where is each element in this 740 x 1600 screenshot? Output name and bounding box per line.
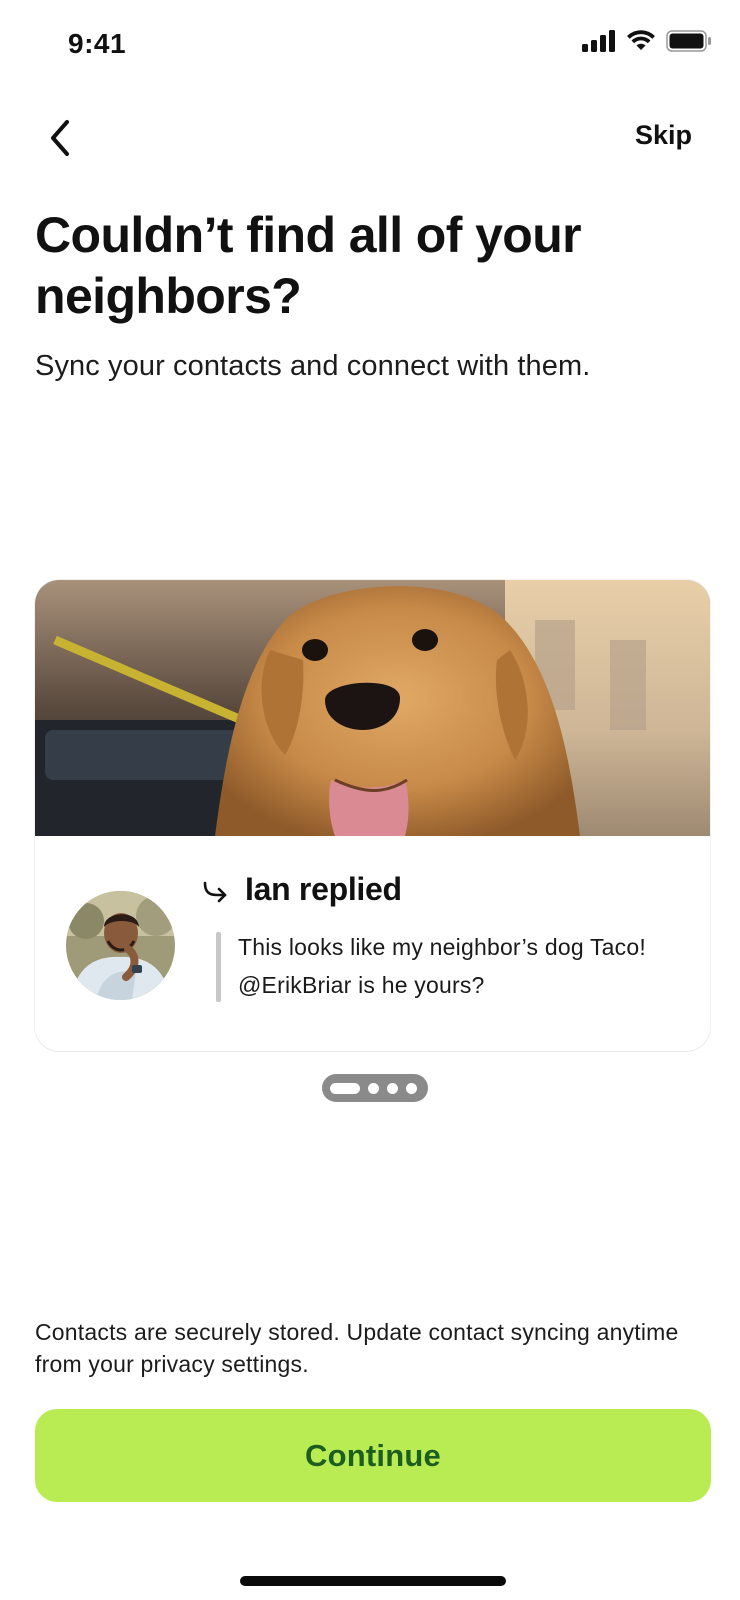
status-time: 9:41 (68, 28, 127, 59)
page-dot[interactable] (387, 1082, 398, 1094)
status-bar: 9:41 (0, 0, 740, 90)
back-button[interactable] (38, 116, 82, 160)
screen: 9:41 Skip Couldn’t find all of your neig… (0, 0, 740, 1600)
carousel-page-indicator[interactable] (322, 1074, 428, 1102)
chevron-left-icon (51, 120, 69, 156)
page-dot[interactable] (368, 1082, 379, 1094)
example-post-card: Ian replied This looks like my neighbor’… (35, 580, 710, 1051)
wifi-icon (627, 30, 655, 50)
continue-button[interactable]: Continue (35, 1409, 711, 1502)
page-dot-active[interactable] (330, 1082, 360, 1094)
page-title: Couldn’t find all of your neighbors? (35, 207, 582, 324)
quote-bar (216, 932, 221, 1002)
avatar (66, 891, 175, 1000)
reply-message: This looks like my neighbor’s dog Taco! … (238, 934, 646, 998)
battery-icon (666, 30, 711, 52)
dog-photo (35, 580, 710, 836)
reply-arrow-icon (203, 881, 227, 903)
home-indicator[interactable] (240, 1576, 506, 1586)
privacy-note: Contacts are securely stored. Update con… (35, 1319, 679, 1377)
page-subtitle: Sync your contacts and connect with them… (35, 350, 591, 382)
page-dot[interactable] (406, 1082, 417, 1094)
reply-preview: Ian replied This looks like my neighbor’… (35, 836, 710, 1051)
cellular-signal-icon (582, 30, 615, 52)
skip-button[interactable]: Skip (635, 120, 692, 151)
continue-label: Continue (305, 1437, 441, 1473)
reply-author: Ian replied (245, 871, 402, 907)
status-icons (582, 30, 712, 52)
